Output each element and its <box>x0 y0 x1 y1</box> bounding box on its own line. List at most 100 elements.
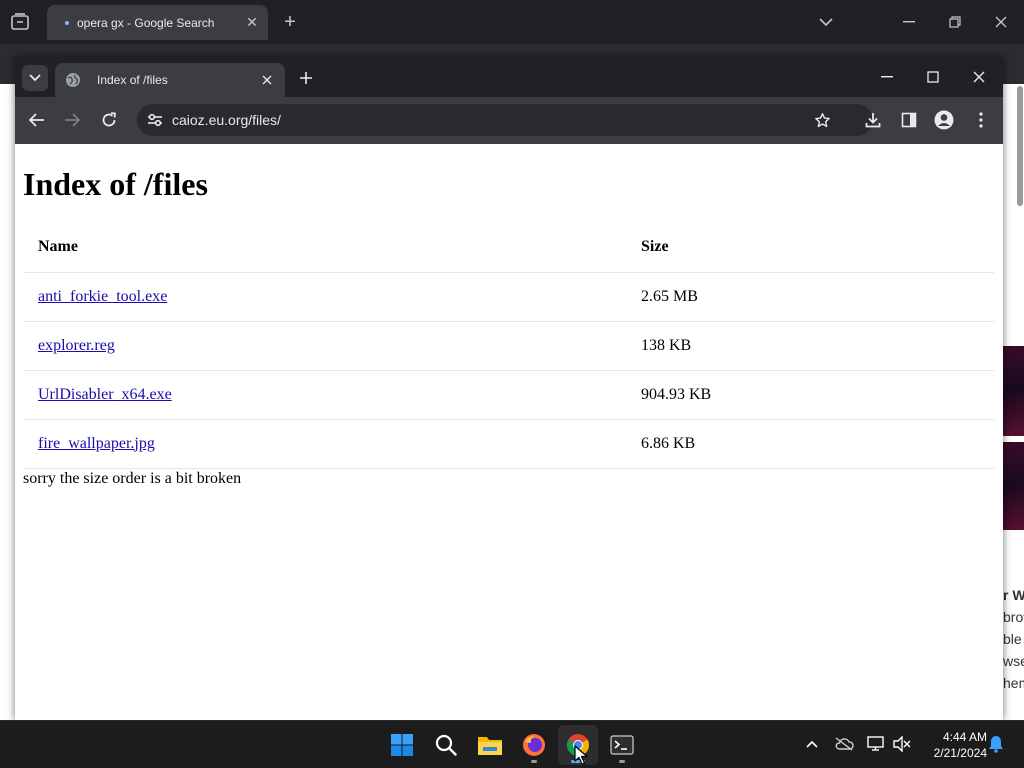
star-icon <box>814 112 830 127</box>
firefox-icon <box>523 734 545 756</box>
background-tab-title: opera gx - Google Search <box>77 15 215 30</box>
show-hidden-icons-button[interactable] <box>801 733 823 755</box>
download-icon <box>865 113 881 128</box>
file-size: 138 KB <box>627 320 994 370</box>
file-link[interactable]: fire_wallpaper.jpg <box>38 435 155 452</box>
running-indicator <box>619 760 625 763</box>
file-size: 2.65 MB <box>627 271 994 321</box>
arrow-right-icon <box>65 113 80 127</box>
side-panel-icon <box>901 112 917 128</box>
tab-title: Index of /files <box>97 73 168 87</box>
background-tab[interactable]: opera gx - Google Search ✕ <box>47 5 268 40</box>
file-table: Name Size anti_forkie_tool.exe 2.65 MB e… <box>24 223 994 469</box>
volume-button[interactable] <box>891 733 913 755</box>
column-header-name: Name <box>38 238 78 256</box>
reload-icon <box>102 112 117 127</box>
search-icon <box>435 734 457 756</box>
onedrive-button[interactable] <box>833 733 855 755</box>
close-icon <box>973 71 985 83</box>
start-button[interactable] <box>382 725 422 765</box>
file-link[interactable]: explorer.reg <box>38 337 115 354</box>
new-tab-button[interactable] <box>295 67 317 89</box>
background-text: r W <box>1003 587 1024 603</box>
close-icon[interactable]: ✕ <box>242 13 262 33</box>
clock-time: 4:44 AM <box>942 730 987 744</box>
tab-strip: Index of /files <box>15 57 1003 97</box>
site-info-button[interactable] <box>143 108 167 132</box>
downloads-button[interactable] <box>861 108 885 132</box>
forward-button[interactable] <box>60 108 84 132</box>
file-link[interactable]: UrlDisabler_x64.exe <box>38 386 172 403</box>
arrow-left-icon <box>29 113 44 127</box>
profile-icon <box>934 110 954 130</box>
background-tab-strip: opera gx - Google Search ✕ + <box>0 0 1024 44</box>
column-header-size: Size <box>641 238 669 256</box>
close-window-button[interactable] <box>965 65 993 89</box>
page-content: Index of /files Name Size anti_forkie_to… <box>15 144 1003 720</box>
address-bar[interactable] <box>137 104 873 136</box>
reload-button[interactable] <box>97 108 121 132</box>
file-size: 904.93 KB <box>627 369 994 419</box>
maximize-button[interactable] <box>919 65 947 89</box>
tune-icon <box>148 113 162 127</box>
menu-button[interactable] <box>969 108 993 132</box>
terminal-icon <box>610 735 634 755</box>
active-tab[interactable]: Index of /files <box>55 63 285 97</box>
profile-button[interactable] <box>932 108 956 132</box>
background-text: hem <box>1003 675 1024 691</box>
start-icon <box>391 734 413 756</box>
tab-loading-dot <box>65 20 69 25</box>
file-size: 6.86 KB <box>627 418 994 469</box>
table-header-row: Name Size <box>24 223 994 272</box>
back-button[interactable] <box>25 108 49 132</box>
cloud-off-icon <box>835 737 854 751</box>
new-tab-button[interactable]: + <box>280 12 300 32</box>
tab-search-button[interactable] <box>22 65 48 91</box>
plus-icon <box>300 72 312 84</box>
mouse-cursor-icon <box>574 745 588 765</box>
tab-search-icon[interactable] <box>10 13 30 31</box>
video-thumbnail[interactable] <box>1003 442 1024 530</box>
taskbar: 4:44 AM 2/21/2024 <box>0 720 1024 768</box>
table-row: fire_wallpaper.jpg 6.86 KB <box>24 418 994 469</box>
network-icon <box>867 736 884 751</box>
url-input[interactable] <box>172 104 772 136</box>
page-title: Index of /files <box>23 166 208 202</box>
terminal-button[interactable] <box>602 725 642 765</box>
bell-icon <box>989 736 1003 753</box>
page-note: sorry the size order is a bit broken <box>23 470 242 487</box>
chevron-up-icon <box>806 740 818 748</box>
table-row: anti_forkie_tool.exe 2.65 MB <box>24 271 994 321</box>
minimize-icon <box>881 76 893 78</box>
file-explorer-icon <box>478 737 502 755</box>
network-button[interactable] <box>865 733 887 755</box>
minimize-icon[interactable] <box>897 10 921 34</box>
table-row: explorer.reg 138 KB <box>24 320 994 370</box>
video-thumbnail[interactable] <box>1003 346 1024 436</box>
chevron-down-icon <box>29 74 41 82</box>
file-explorer-button[interactable] <box>470 725 510 765</box>
search-button[interactable] <box>426 725 466 765</box>
maximize-icon <box>927 71 939 83</box>
side-panel-button[interactable] <box>897 108 921 132</box>
close-window-icon[interactable] <box>989 10 1013 34</box>
more-vert-icon <box>979 112 983 128</box>
close-tab-icon[interactable] <box>257 70 277 90</box>
bookmark-button[interactable] <box>810 108 834 132</box>
running-indicator <box>531 760 537 763</box>
minimize-button[interactable] <box>873 65 901 89</box>
restore-icon[interactable] <box>943 10 967 34</box>
volume-muted-icon <box>893 736 911 752</box>
table-row: UrlDisabler_x64.exe 904.93 KB <box>24 369 994 419</box>
clock[interactable]: 4:44 AM 2/21/2024 <box>915 729 987 761</box>
browser-window: Index of /files caioz.eu.org/files/ Inde… <box>15 57 1003 720</box>
globe-icon <box>66 73 80 87</box>
file-link[interactable]: anti_forkie_tool.exe <box>38 288 167 305</box>
clock-date: 2/21/2024 <box>933 746 987 760</box>
background-scrollbar[interactable] <box>1017 86 1023 206</box>
chevron-down-icon[interactable] <box>814 10 838 34</box>
background-text: ble <box>1003 631 1022 647</box>
background-text: brov <box>1003 609 1024 625</box>
firefox-button[interactable] <box>514 725 554 765</box>
notifications-button[interactable] <box>985 733 1007 755</box>
